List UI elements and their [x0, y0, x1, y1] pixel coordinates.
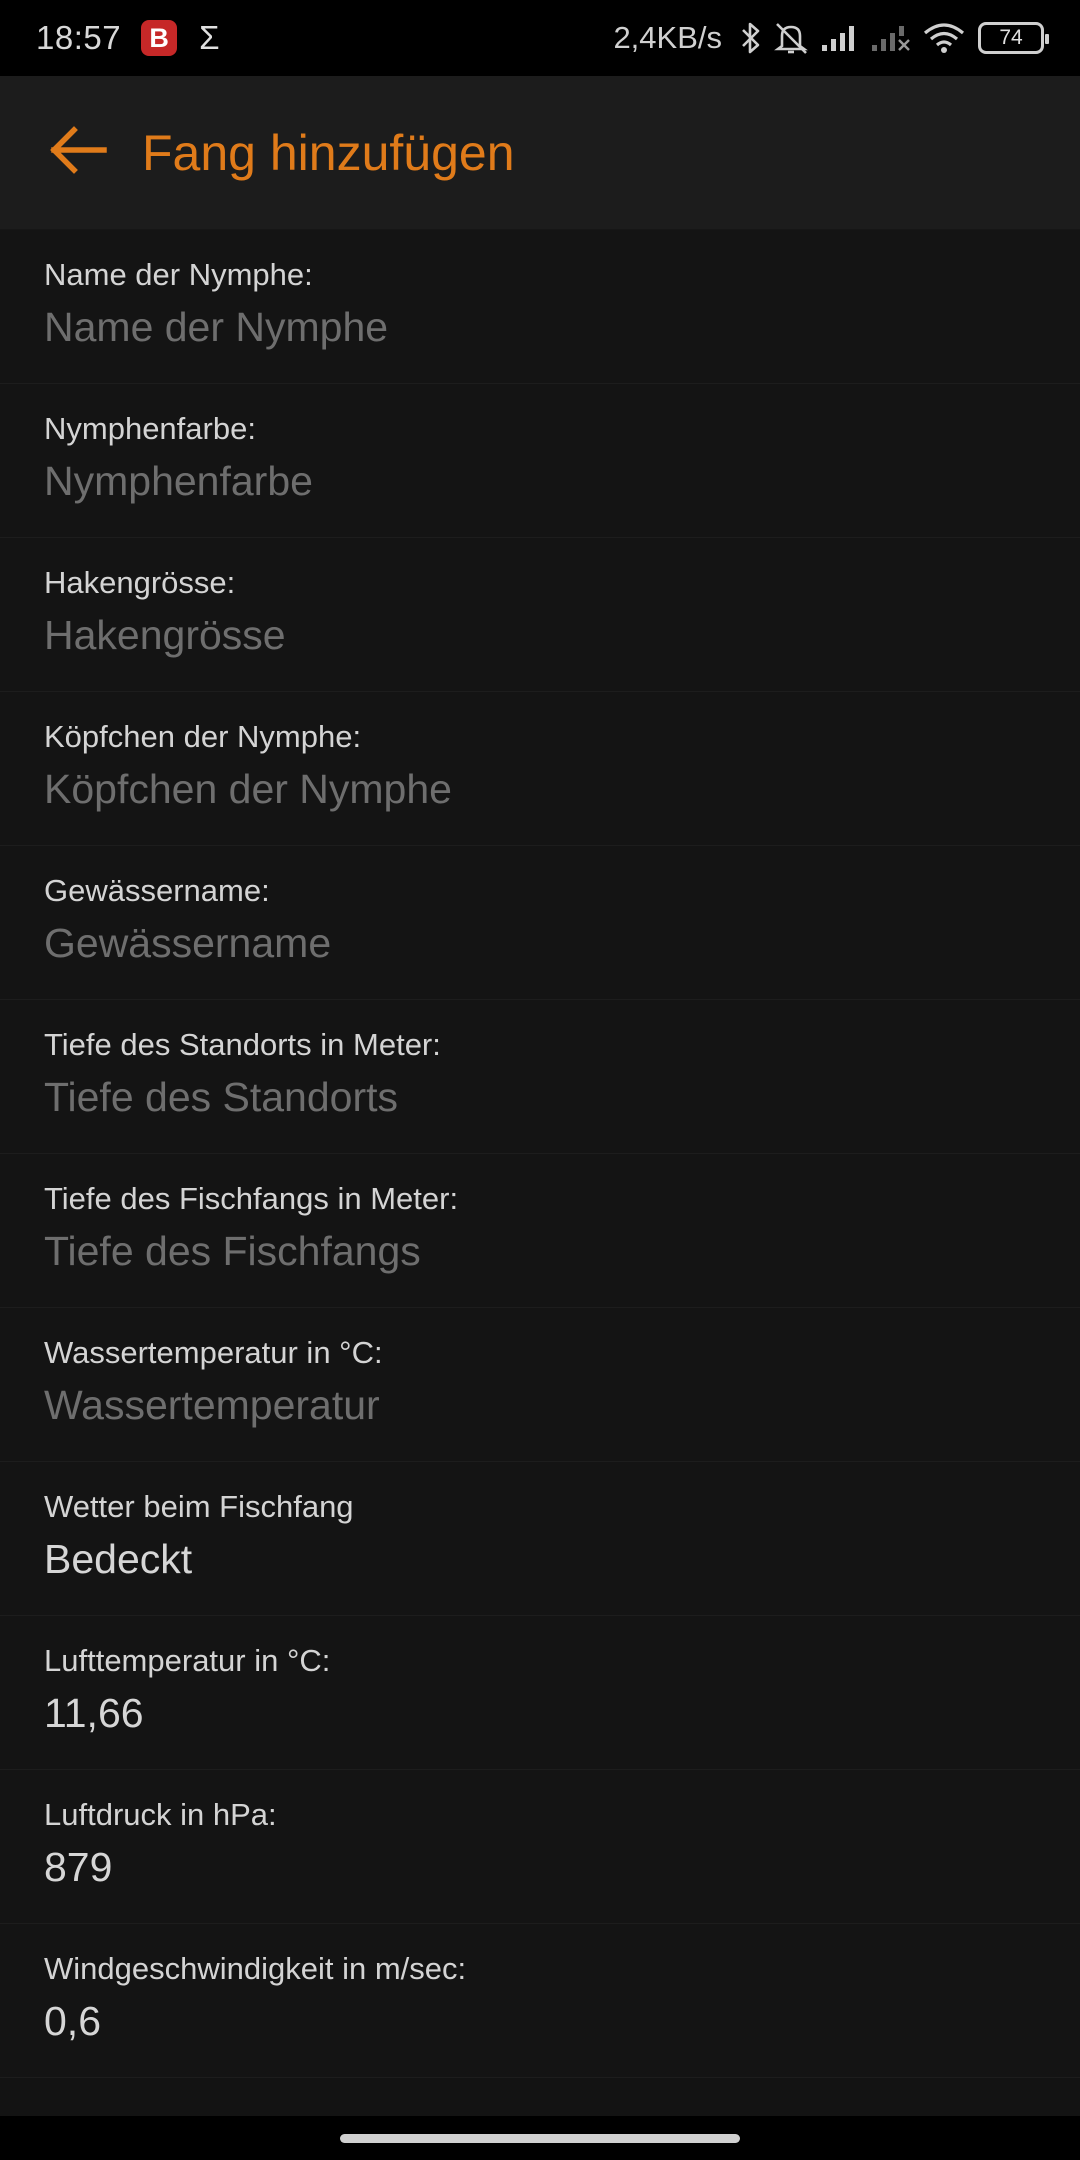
- back-button[interactable]: [38, 113, 118, 193]
- field-air-pressure: Luftdruck in hPa: 879: [0, 1770, 1080, 1924]
- nymph-head-input[interactable]: [44, 764, 1036, 814]
- hook-size-input[interactable]: [44, 610, 1036, 660]
- wind-speed-value[interactable]: 0,6: [44, 1996, 1036, 2046]
- field-label: Tiefe des Fischfangs in Meter:: [44, 1181, 459, 1216]
- field-wind-speed: Windgeschwindigkeit in m/sec: 0,6: [0, 1924, 1080, 2078]
- field-label: Hakengrösse:: [44, 565, 236, 600]
- arrow-left-icon: [48, 125, 108, 180]
- field-label: Lufttemperatur in °C:: [44, 1643, 331, 1678]
- field-nymph-name: Name der Nymphe:: [0, 230, 1080, 384]
- field-label: Tiefe des Standorts in Meter:: [44, 1027, 441, 1062]
- alarm-off-icon: [772, 20, 810, 56]
- field-hook-size: Hakengrösse:: [0, 538, 1080, 692]
- field-label: Name der Nymphe:: [44, 257, 313, 292]
- field-weather: Wetter beim Fischfang Bedeckt: [0, 1462, 1080, 1616]
- field-air-temperature: Lufttemperatur in °C: 11,66: [0, 1616, 1080, 1770]
- navigation-bar: [0, 2116, 1080, 2160]
- air-temperature-value[interactable]: 11,66: [44, 1688, 1036, 1738]
- field-catch-depth: Tiefe des Fischfangs in Meter:: [0, 1154, 1080, 1308]
- water-name-input[interactable]: [44, 918, 1036, 968]
- nymph-color-input[interactable]: [44, 456, 1036, 506]
- field-nymph-head: Köpfchen der Nymphe:: [0, 692, 1080, 846]
- app-bar: Fang hinzufügen: [0, 76, 1080, 230]
- wifi-icon: [922, 21, 966, 55]
- field-label: Luftdruck in hPa:: [44, 1797, 277, 1832]
- field-label: Wassertemperatur in °C:: [44, 1335, 383, 1370]
- catch-form: Name der Nymphe: Nymphenfarbe: Hakengrös…: [0, 230, 1080, 2078]
- b-app-badge-icon: B: [141, 20, 178, 56]
- sigma-icon: Σ: [199, 19, 220, 56]
- page-title: Fang hinzufügen: [142, 124, 515, 181]
- status-bar: 18:57 B Σ 2,4KB/s 74: [0, 0, 1080, 76]
- catch-depth-input[interactable]: [44, 1226, 1036, 1276]
- water-temperature-input[interactable]: [44, 1380, 1036, 1430]
- network-speed: 2,4KB/s: [613, 20, 722, 55]
- field-water-temperature: Wassertemperatur in °C:: [0, 1308, 1080, 1462]
- bluetooth-icon: [740, 21, 762, 55]
- battery-icon: 74: [978, 22, 1049, 54]
- status-left: 18:57 B Σ: [36, 19, 220, 57]
- location-depth-input[interactable]: [44, 1072, 1036, 1122]
- home-indicator[interactable]: [340, 2133, 740, 2143]
- field-label: Köpfchen der Nymphe:: [44, 719, 362, 754]
- cell-signal-icon: [820, 23, 860, 53]
- status-time: 18:57: [36, 19, 122, 56]
- cell-signal-no-service-icon: [870, 23, 912, 53]
- field-label: Nymphenfarbe:: [44, 411, 256, 446]
- field-location-depth: Tiefe des Standorts in Meter:: [0, 1000, 1080, 1154]
- nymph-name-input[interactable]: [44, 302, 1036, 352]
- field-water-name: Gewässername:: [0, 846, 1080, 1000]
- field-label: Windgeschwindigkeit in m/sec:: [44, 1951, 467, 1986]
- field-label: Gewässername:: [44, 873, 270, 908]
- weather-value[interactable]: Bedeckt: [44, 1534, 1036, 1584]
- status-right: 2,4KB/s 74: [613, 20, 1049, 56]
- field-label: Wetter beim Fischfang: [44, 1489, 354, 1524]
- field-nymph-color: Nymphenfarbe:: [0, 384, 1080, 538]
- air-pressure-value[interactable]: 879: [44, 1842, 1036, 1892]
